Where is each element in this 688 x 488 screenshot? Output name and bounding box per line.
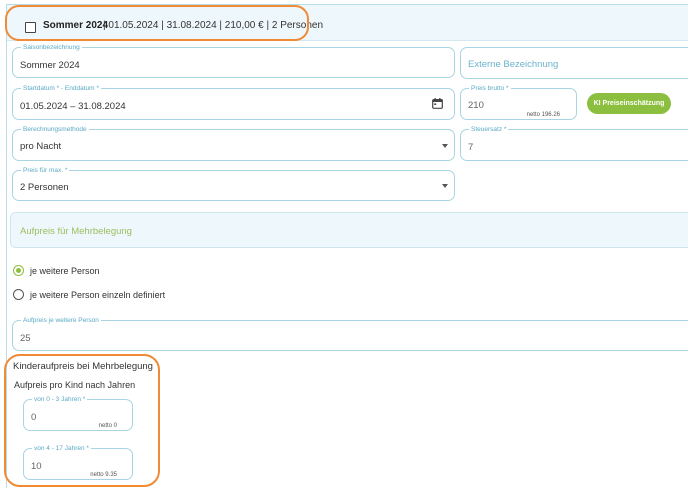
radio-label-einzeln-definiert: je weitere Person einzeln definiert	[30, 290, 166, 300]
saisonbezeichnung-label: Saisonbezeichnung	[21, 43, 82, 52]
kind-0-3-label: von 0 - 3 Jahren *	[32, 395, 88, 404]
kinderaufpreis-subheading: Aufpreis pro Kind nach Jahren	[14, 380, 136, 390]
aufpreis-person-label: Aufpreis je weitere Person	[21, 316, 101, 325]
preis-fuer-max-label: Preis für max. *	[21, 166, 70, 175]
preis-fuer-max-value: 2 Personen	[20, 182, 69, 193]
berechnungsmethode-select[interactable]: Berechnungsmethode pro Nacht	[12, 125, 455, 161]
steuersatz-value: 7	[468, 142, 474, 153]
season-checkbox[interactable]	[25, 22, 36, 33]
date-range-value: 01.05.2024 – 31.08.2024	[20, 101, 126, 112]
chevron-down-icon	[442, 144, 448, 148]
mehrbelegung-title: Aufpreis für Mehrbelegung	[20, 226, 132, 237]
radio-label-je-weitere-person: je weitere Person	[30, 266, 100, 276]
season-summary: | 01.05.2024 | 31.08.2024 | 210,00 € | 2…	[103, 20, 324, 31]
kind-4-17-label: von 4 - 17 Jahren *	[32, 444, 91, 453]
externe-bezeichnung-field[interactable]: Externe Bezeichnung	[460, 47, 688, 79]
ki-preiseinschaetzung-button[interactable]: KI Preiseinschätzung	[587, 93, 671, 114]
radio-einzeln-definiert[interactable]	[13, 289, 24, 300]
preis-netto: netto 196.26	[526, 112, 560, 118]
kind-0-3-netto: netto 0	[98, 423, 117, 429]
steuersatz-field[interactable]: Steuersatz * 7	[460, 125, 688, 161]
preis-brutto-label: Preis brutto *	[469, 84, 511, 93]
aufpreis-person-field[interactable]: Aufpreis je weitere Person 25	[12, 316, 688, 351]
steuersatz-label: Steuersatz *	[469, 125, 509, 134]
radio-je-weitere-person[interactable]	[13, 265, 24, 276]
preis-brutto-field[interactable]: Preis brutto * 210 netto 196.26	[460, 84, 577, 120]
externe-bezeichnung-placeholder: Externe Bezeichnung	[468, 59, 559, 70]
kind-4-17-field[interactable]: von 4 - 17 Jahren * 10 netto 9.35	[23, 444, 133, 480]
season-header[interactable]: Sommer 2024 | 01.05.2024 | 31.08.2024 | …	[7, 5, 688, 41]
season-title: Sommer 2024	[43, 20, 109, 31]
kind-0-3-value: 0	[31, 412, 37, 423]
date-range-label: Startdatum * - Enddatum *	[21, 84, 101, 93]
mehrbelegung-section-header: Aufpreis für Mehrbelegung	[10, 212, 688, 248]
aufpreis-person-value: 25	[20, 333, 31, 344]
kind-4-17-netto: netto 9.35	[90, 472, 117, 478]
date-range-field[interactable]: Startdatum * - Enddatum * 01.05.2024 – 3…	[12, 84, 455, 120]
preis-brutto-value: 210	[468, 100, 484, 111]
kind-4-17-value: 10	[31, 461, 42, 472]
berechnungsmethode-value: pro Nacht	[20, 141, 62, 152]
saisonbezeichnung-value: Sommer 2024	[20, 60, 80, 71]
preis-fuer-max-select[interactable]: Preis für max. * 2 Personen	[12, 166, 455, 201]
berechnungsmethode-label: Berechnungsmethode	[21, 125, 89, 134]
saisonbezeichnung-field[interactable]: Saisonbezeichnung Sommer 2024	[12, 43, 455, 78]
kind-0-3-field[interactable]: von 0 - 3 Jahren * 0 netto 0	[23, 395, 133, 431]
calendar-icon[interactable]	[432, 98, 443, 109]
kinderaufpreis-heading: Kinderaufpreis bei Mehrbelegung	[13, 361, 153, 372]
chevron-down-icon	[442, 184, 448, 188]
